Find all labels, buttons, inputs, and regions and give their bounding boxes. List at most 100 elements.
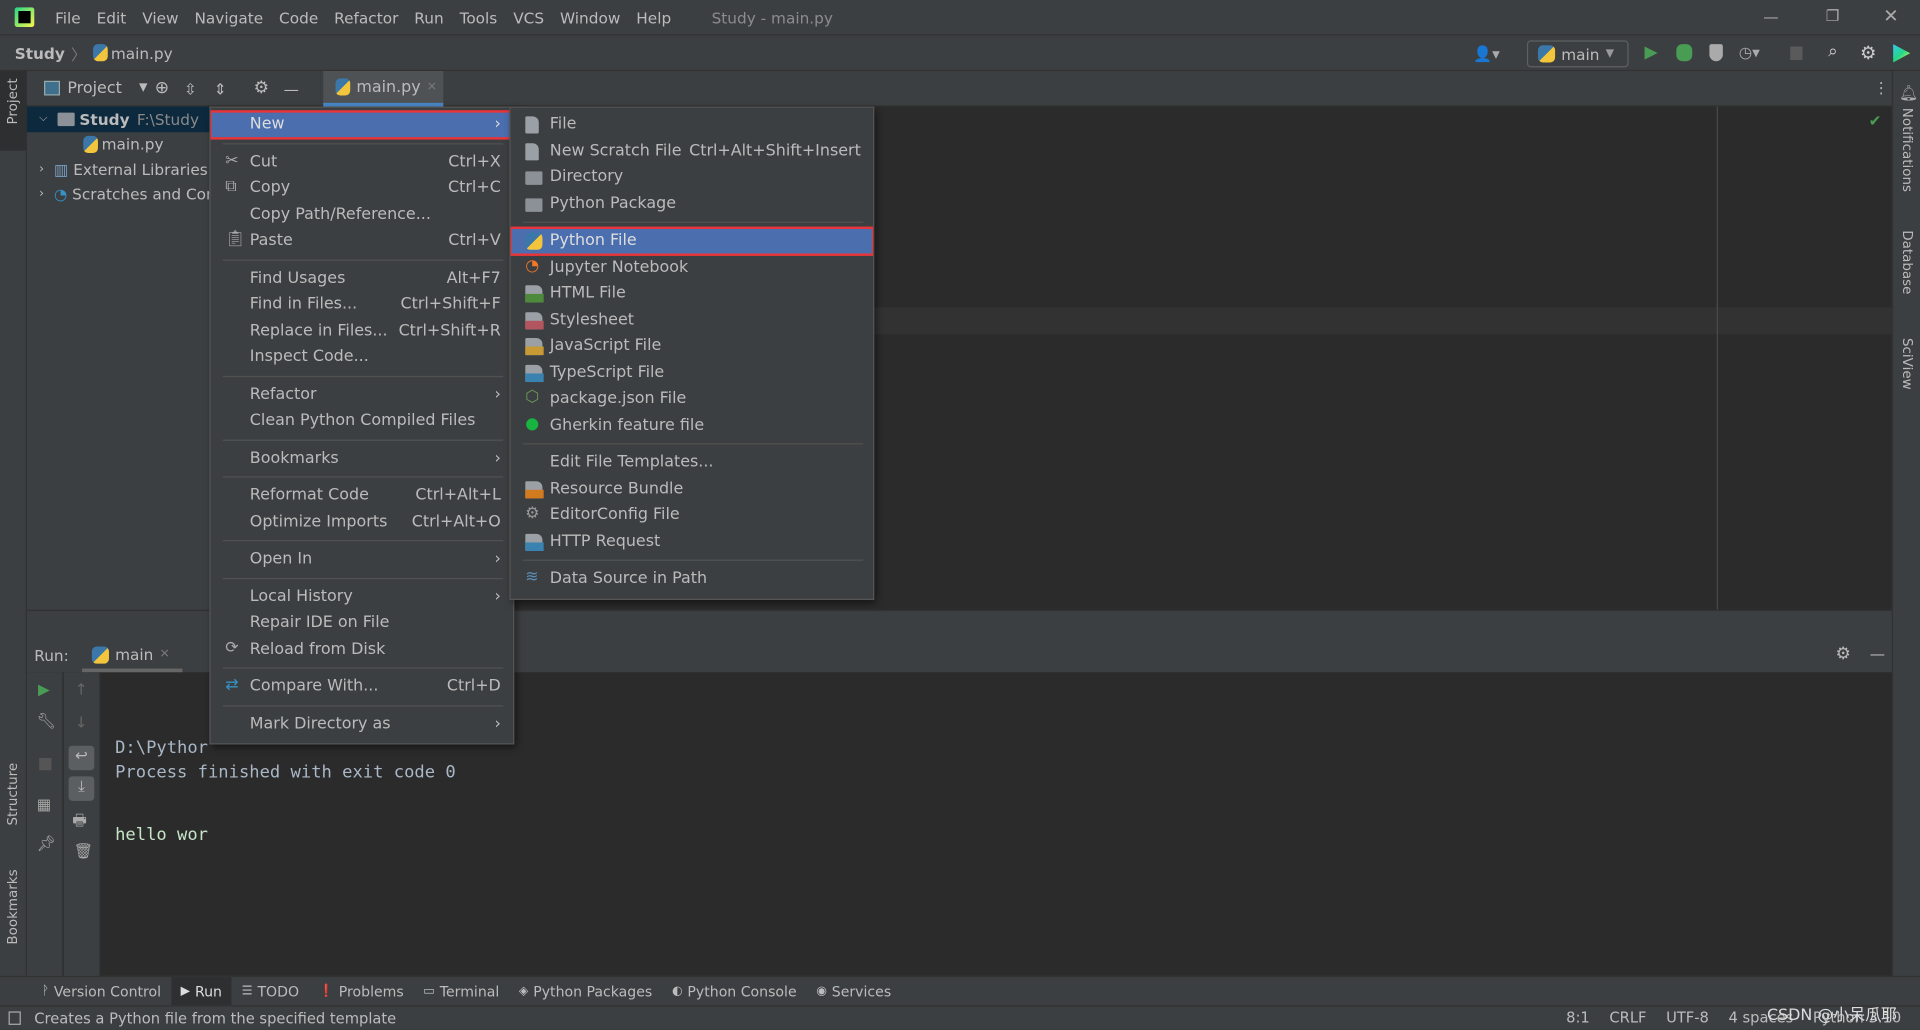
chevron-down-icon[interactable]: ▼ <box>139 82 147 94</box>
menu-item-http-request[interactable]: HTTP Request <box>511 528 873 554</box>
menu-item-inspect-code[interactable]: Inspect Code... <box>211 344 513 370</box>
run-config-select[interactable]: main ▼ <box>1526 40 1629 68</box>
print-icon[interactable]: 🖶 <box>72 809 86 835</box>
menu-item-file[interactable]: File <box>511 111 873 137</box>
tool-button-python-packages[interactable]: ◈ Python Packages <box>509 977 662 1005</box>
profile-icon[interactable]: ◷▾ <box>1739 43 1760 61</box>
run-icon[interactable]: ▶ <box>1644 43 1657 63</box>
close-tab-icon[interactable]: ✕ <box>427 80 437 93</box>
console-output[interactable]: D:\Pythor hello wor <box>115 677 208 907</box>
menu-item-paste[interactable]: 📋︎ Paste Ctrl+V <box>211 228 513 254</box>
hide-icon[interactable]: — <box>1870 644 1885 662</box>
menu-item-reload-from-disk[interactable]: ⟳ Reload from Disk <box>211 636 513 662</box>
jetbrains-toolbox-icon[interactable] <box>1893 44 1911 63</box>
menu-tools[interactable]: Tools <box>460 8 498 26</box>
menu-item-open-in[interactable]: Open In › <box>211 546 513 572</box>
stop-icon[interactable] <box>1790 46 1803 61</box>
menu-item-refactor[interactable]: Refactor › <box>211 381 513 407</box>
menu-item-javascript-file[interactable]: JavaScript File <box>511 333 873 359</box>
menu-code[interactable]: Code <box>279 8 318 26</box>
menu-item-jupyter-notebook[interactable]: ◔ Jupyter Notebook <box>511 254 873 280</box>
menu-window[interactable]: Window <box>560 8 620 26</box>
menu-item-stylesheet[interactable]: Stylesheet <box>511 307 873 333</box>
soft-wrap-icon[interactable]: ↩ <box>68 745 95 771</box>
debug-icon[interactable] <box>1676 44 1693 62</box>
pin-icon[interactable]: 📌︎ <box>37 834 56 854</box>
tool-button-terminal[interactable]: ▭ Terminal <box>414 977 510 1005</box>
menu-item-edit-file-templates[interactable]: Edit File Templates... <box>511 449 873 475</box>
wrench-icon[interactable]: 🔧︎ <box>37 711 56 731</box>
menu-item-replace-in-files[interactable]: Replace in Files... Ctrl+Shift+R <box>211 318 513 344</box>
bookmarks-tool-button[interactable]: Bookmarks <box>5 869 21 948</box>
menu-item-copy-path-reference[interactable]: Copy Path/Reference... <box>211 201 513 227</box>
tool-button-problems[interactable]: ❗ Problems <box>309 977 414 1005</box>
menu-item-new[interactable]: New › <box>210 110 514 139</box>
structure-tool-button[interactable]: Structure <box>5 763 21 829</box>
file-encoding[interactable]: UTF-8 <box>1666 1009 1709 1026</box>
settings-icon[interactable]: ⚙ <box>1860 42 1876 64</box>
trash-icon[interactable]: 🗑︎ <box>73 841 92 861</box>
menu-item-python-file[interactable]: Python File <box>510 226 874 256</box>
coverage-icon[interactable] <box>1709 44 1723 62</box>
project-view-select[interactable]: Project <box>67 79 121 97</box>
minimize-button[interactable]: — <box>1763 7 1778 25</box>
hide-icon[interactable]: — <box>284 79 299 97</box>
menu-item-data-source-in-path[interactable]: ≋ Data Source in Path <box>511 566 873 592</box>
tab-main-py[interactable]: main.py ✕ <box>323 71 444 107</box>
menu-item-mark-directory-as[interactable]: Mark Directory as › <box>211 711 513 737</box>
menu-item-new-scratch-file[interactable]: New Scratch File Ctrl+Alt+Shift+Insert <box>511 138 873 164</box>
caret-position[interactable]: 8:1 <box>1566 1009 1590 1026</box>
collapse-all-icon[interactable]: ⇕ <box>214 79 227 97</box>
database-tool-button[interactable]: Database <box>1899 230 1915 294</box>
menu-item-python-package[interactable]: Python Package <box>511 190 873 216</box>
locate-icon[interactable]: ⊕ <box>155 78 169 98</box>
menu-edit[interactable]: Edit <box>97 8 127 26</box>
notifications-tool-button[interactable]: Notifications <box>1899 108 1915 192</box>
menu-item-reformat-code[interactable]: Reformat Code Ctrl+Alt+L <box>211 482 513 508</box>
tool-button-run[interactable]: ▶ Run <box>170 977 232 1006</box>
rerun-icon[interactable]: ▶ <box>38 680 50 698</box>
more-icon[interactable]: ⋮ <box>1873 78 1888 96</box>
menu-run[interactable]: Run <box>414 8 443 26</box>
menu-item-local-history[interactable]: Local History › <box>211 583 513 609</box>
project-tool-button[interactable]: Project <box>0 71 27 151</box>
gear-icon[interactable]: ⚙ <box>1836 644 1851 664</box>
menu-item-package-json-file[interactable]: ⬡ package.json File <box>511 386 873 412</box>
menu-view[interactable]: View <box>142 8 178 26</box>
sciview-tool-button[interactable]: SciView <box>1899 338 1915 390</box>
close-tab-icon[interactable]: ✕ <box>159 648 169 661</box>
stop-icon[interactable] <box>39 757 52 771</box>
tool-button-version-control[interactable]: ᚹ Version Control <box>32 977 171 1005</box>
close-button[interactable]: ✕ <box>1883 5 1898 27</box>
gear-icon[interactable]: ⚙ <box>254 78 269 98</box>
menu-item-html-file[interactable]: HTML File <box>511 280 873 306</box>
menu-item-optimize-imports[interactable]: Optimize Imports Ctrl+Alt+O <box>211 509 513 535</box>
tool-button-python-console[interactable]: ◐ Python Console <box>662 977 806 1005</box>
menu-item-find-in-files[interactable]: Find in Files... Ctrl+Shift+F <box>211 291 513 317</box>
menu-item-clean-python-compiled-files[interactable]: Clean Python Compiled Files <box>211 408 513 434</box>
layout-icon[interactable]: ▦ <box>37 795 51 813</box>
menu-item-editorconfig-file[interactable]: ⚙ EditorConfig File <box>511 502 873 528</box>
status-toggle-icon[interactable] <box>8 1011 21 1025</box>
menu-navigate[interactable]: Navigate <box>194 8 263 26</box>
notifications-icon[interactable]: 🔔︎ <box>1899 83 1918 103</box>
breadcrumb-project[interactable]: Study <box>15 43 65 61</box>
line-separator[interactable]: CRLF <box>1609 1009 1646 1026</box>
menu-item-gherkin-feature-file[interactable]: ● Gherkin feature file <box>511 412 873 438</box>
menu-item-repair-ide-on-file[interactable]: Repair IDE on File <box>211 610 513 636</box>
menu-item-resource-bundle[interactable]: Resource Bundle <box>511 476 873 502</box>
search-icon[interactable]: ⌕ <box>1828 42 1838 62</box>
menu-vcs[interactable]: VCS <box>513 8 544 26</box>
menu-item-copy[interactable]: ⧉ Copy Ctrl+C <box>211 175 513 201</box>
menu-item-directory[interactable]: Directory <box>511 164 873 190</box>
menu-file[interactable]: File <box>55 8 81 26</box>
restore-button[interactable]: ❐ <box>1826 6 1840 24</box>
tool-button-services[interactable]: ◉ Services <box>806 977 901 1005</box>
scroll-to-end-icon[interactable]: ⤓ <box>68 776 95 801</box>
tool-button-todo[interactable]: ☰ TODO <box>232 977 309 1005</box>
inspection-ok-icon[interactable]: ✔ <box>1869 111 1882 129</box>
menu-item-bookmarks[interactable]: Bookmarks › <box>211 445 513 471</box>
menu-help[interactable]: Help <box>636 8 671 26</box>
breadcrumb-file[interactable]: main.py <box>111 43 173 61</box>
down-arrow-icon[interactable]: ↓ <box>75 713 88 731</box>
